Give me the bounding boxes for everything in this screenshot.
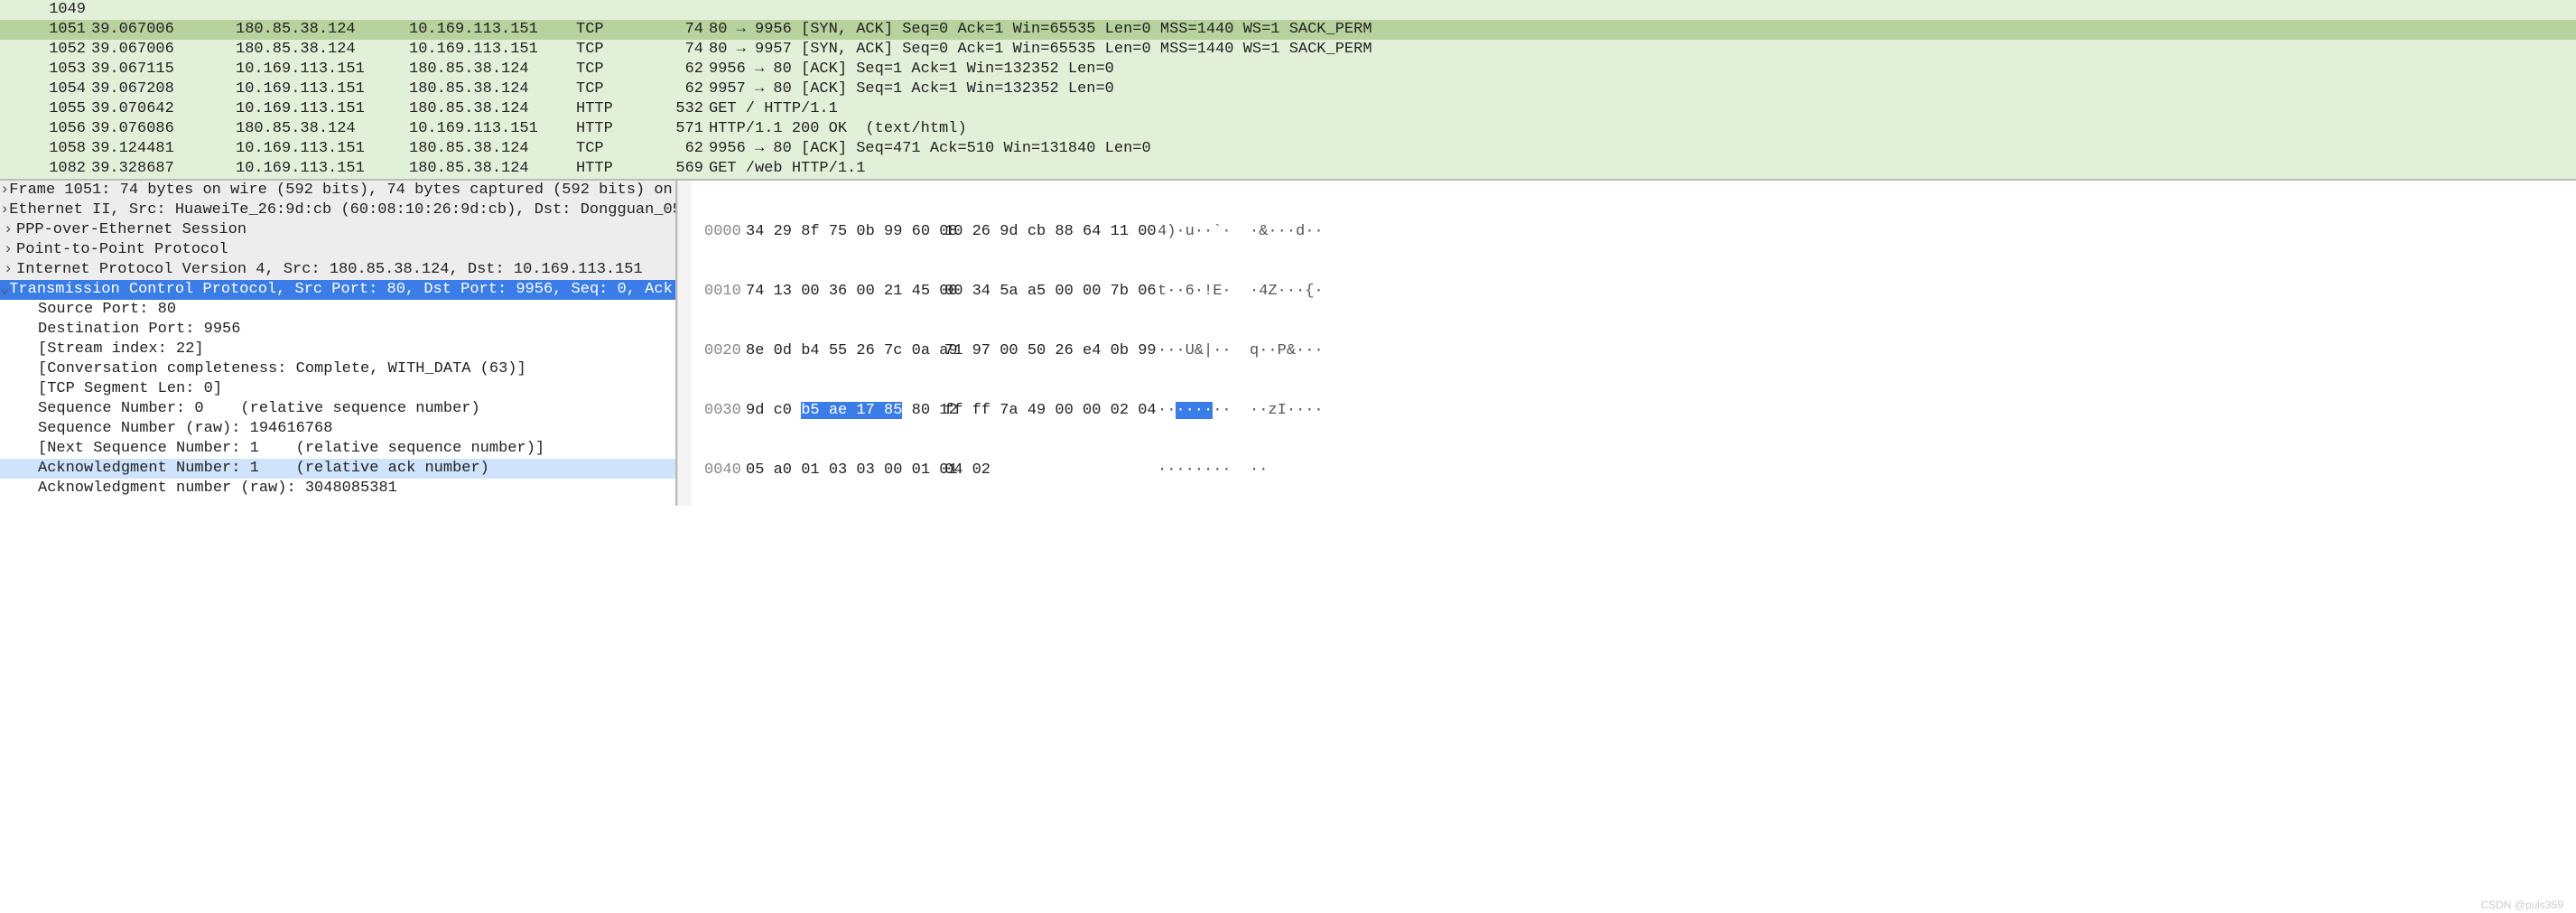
hex-row[interactable]: 0010 74 13 00 36 00 21 45 00 00 34 5a a5… bbox=[692, 282, 2576, 302]
packet-row[interactable]: 1053 39.067115 10.169.113.151 180.85.38.… bbox=[0, 60, 2576, 79]
tcp-dstport[interactable]: Destination Port: 9956 bbox=[0, 320, 675, 340]
tree-ppp[interactable]: ›Point-to-Point Protocol bbox=[0, 240, 675, 260]
col-info bbox=[709, 0, 2576, 20]
packet-row[interactable]: 1049 bbox=[0, 0, 2576, 20]
tcp-conv[interactable]: [Conversation completeness: Complete, WI… bbox=[0, 359, 675, 379]
watermark: CSDN @puls359 bbox=[2480, 899, 2563, 911]
expand-icon[interactable]: › bbox=[0, 260, 16, 280]
packet-row[interactable]: 1055 39.070642 10.169.113.151 180.85.38.… bbox=[0, 99, 2576, 119]
packet-row[interactable]: 1058 39.124481 10.169.113.151 180.85.38.… bbox=[0, 139, 2576, 159]
packet-row[interactable]: 1082 39.328687 10.169.113.151 180.85.38.… bbox=[0, 159, 2576, 179]
hex-highlight: b5 ae 17 85 bbox=[801, 402, 902, 419]
col-src bbox=[236, 0, 409, 20]
expand-icon[interactable]: › bbox=[0, 240, 16, 260]
tcp-seq-raw[interactable]: Sequence Number (raw): 194616768 bbox=[0, 419, 675, 439]
col-src: 180.85.38.124 bbox=[236, 20, 409, 40]
packet-row[interactable]: 1056 39.076086 180.85.38.124 10.169.113.… bbox=[0, 119, 2576, 139]
hex-row[interactable]: 0000 34 29 8f 75 0b 99 60 08 10 26 9d cb… bbox=[692, 222, 2576, 242]
col-no: 1051 bbox=[5, 20, 91, 40]
packet-row[interactable]: 1052 39.067006 180.85.38.124 10.169.113.… bbox=[0, 40, 2576, 60]
hex-row[interactable]: 0030 9d c0 b5 ae 17 85 80 12 ff ff 7a 49… bbox=[692, 401, 2576, 421]
packet-details[interactable]: ›Frame 1051: 74 bytes on wire (592 bits)… bbox=[0, 181, 677, 506]
hex-bytes-1: 34 29 8f 75 0b 99 60 08 bbox=[746, 222, 944, 242]
hex-ascii: ········ ··zI···· bbox=[1143, 401, 2576, 421]
col-dst bbox=[409, 0, 576, 20]
ascii-highlight: ···· bbox=[1176, 402, 1213, 419]
packet-list[interactable]: 1049 1051 39.067006 180.85.38.124 10.169… bbox=[0, 0, 2576, 181]
tcp-ack-raw[interactable]: Acknowledgment number (raw): 3048085381 bbox=[0, 479, 675, 498]
tree-ip[interactable]: ›Internet Protocol Version 4, Src: 180.8… bbox=[0, 260, 675, 280]
tree-frame[interactable]: ›Frame 1051: 74 bytes on wire (592 bits)… bbox=[0, 181, 675, 200]
tcp-stream[interactable]: [Stream index: 22] bbox=[0, 340, 675, 359]
hex-row[interactable]: 0040 05 a0 01 03 03 00 01 01 04 02 ·····… bbox=[692, 461, 2576, 480]
tcp-ack[interactable]: Acknowledgment Number: 1 (relative ack n… bbox=[0, 459, 675, 479]
col-info: 80 → 9956 [SYN, ACK] Seq=0 Ack=1 Win=655… bbox=[709, 20, 2576, 40]
tcp-seq[interactable]: Sequence Number: 0 (relative sequence nu… bbox=[0, 399, 675, 419]
hex-offset: 0000 bbox=[692, 222, 746, 242]
packet-row[interactable]: 1054 39.067208 10.169.113.151 180.85.38.… bbox=[0, 79, 2576, 99]
hex-row[interactable]: 0020 8e 0d b4 55 26 7c 0a a9 71 97 00 50… bbox=[692, 341, 2576, 361]
expand-icon[interactable]: › bbox=[0, 200, 9, 220]
lower-panes: ›Frame 1051: 74 bytes on wire (592 bits)… bbox=[0, 181, 2576, 506]
tree-tcp[interactable]: ⌄Transmission Control Protocol, Src Port… bbox=[0, 280, 675, 300]
expand-icon[interactable]: › bbox=[0, 181, 9, 200]
packet-row-selected[interactable]: 1051 39.067006 180.85.38.124 10.169.113.… bbox=[0, 20, 2576, 40]
tcp-seglen[interactable]: [TCP Segment Len: 0] bbox=[0, 379, 675, 399]
hex-ascii: 4)·u··`· ·&···d·· bbox=[1143, 222, 2576, 242]
col-no: 1049 bbox=[5, 0, 91, 20]
col-prot bbox=[576, 0, 659, 20]
col-dst: 10.169.113.151 bbox=[409, 20, 576, 40]
col-prot: TCP bbox=[576, 20, 659, 40]
col-time: 39.067006 bbox=[91, 20, 236, 40]
tree-pppoe-session[interactable]: ›PPP-over-Ethernet Session bbox=[0, 220, 675, 240]
col-len: 74 bbox=[659, 20, 709, 40]
expand-icon[interactable]: › bbox=[0, 220, 16, 240]
hex-bytes-1: 9d c0 b5 ae 17 85 80 12 bbox=[746, 401, 944, 421]
col-time bbox=[91, 0, 236, 20]
hex-dump[interactable]: 0000 34 29 8f 75 0b 99 60 08 10 26 9d cb… bbox=[692, 181, 2576, 506]
tcp-srcport[interactable]: Source Port: 80 bbox=[0, 300, 675, 320]
tree-ethernet[interactable]: ›Ethernet II, Src: HuaweiTe_26:9d:cb (60… bbox=[0, 200, 675, 220]
hex-bytes-2: 10 26 9d cb 88 64 11 00 bbox=[944, 222, 1143, 242]
col-len bbox=[659, 0, 709, 20]
tcp-nextseq[interactable]: [Next Sequence Number: 1 (relative seque… bbox=[0, 439, 675, 459]
collapse-icon[interactable]: ⌄ bbox=[0, 280, 9, 300]
details-scrollbar[interactable] bbox=[677, 181, 692, 506]
